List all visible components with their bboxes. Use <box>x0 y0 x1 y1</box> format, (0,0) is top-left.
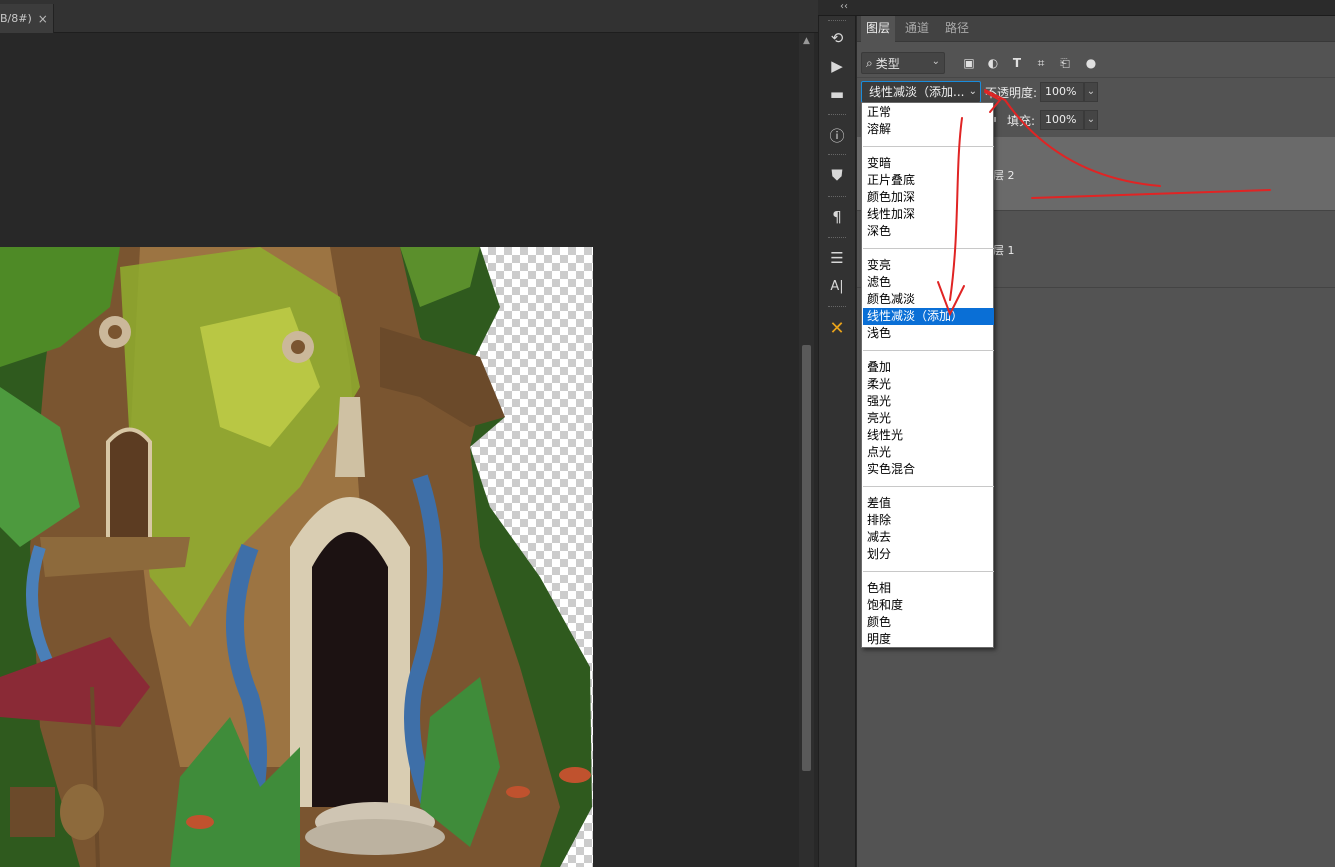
blend-mode-option[interactable]: 线性减淡（添加） <box>863 308 994 325</box>
document-area: B/8#) × ▲ <box>0 0 818 867</box>
type-layer-filter-icon[interactable]: T <box>1009 55 1025 71</box>
blend-mode-option[interactable]: 线性光 <box>863 427 994 444</box>
dropdown-separator <box>863 248 994 249</box>
blend-mode-option[interactable]: 明度 <box>863 631 994 648</box>
adjustments-icon[interactable]: ☰ <box>825 246 849 270</box>
chevron-down-icon: ⌄ <box>968 86 977 97</box>
dropdown-separator <box>863 350 994 351</box>
blend-mode-option[interactable]: 颜色减淡 <box>863 291 994 308</box>
opacity-chevron-icon[interactable]: ⌄ <box>1084 82 1098 102</box>
smart-object-filter-icon[interactable]: ⎗ <box>1057 55 1073 71</box>
layer-filter-select[interactable]: ⌕ 类型 ⌄ <box>861 52 945 74</box>
canvas-artwork[interactable] <box>0 247 593 867</box>
blend-mode-option[interactable]: 正常 <box>863 104 994 121</box>
blend-mode-select[interactable]: 线性减淡（添加... ⌄ <box>861 81 981 103</box>
blend-mode-dropdown-list: 正常 溶解变暗 正片叠底 颜色加深 线性加深 深色变亮 滤色 颜色减淡 线性减淡（添加） 浅色叠加… <box>861 102 994 648</box>
fill-input[interactable]: 100% <box>1040 110 1084 130</box>
blend-mode-option[interactable]: 颜色 <box>863 614 994 631</box>
adjustment-layer-filter-icon[interactable]: ◐ <box>985 55 1001 71</box>
blend-mode-option[interactable]: 溶解 <box>863 121 994 138</box>
blend-mode-option[interactable]: 浅色 <box>863 325 994 342</box>
panel-grip[interactable] <box>828 237 846 240</box>
blend-mode-option[interactable]: 变暗 <box>863 155 994 172</box>
panel-dock-header: ‹‹ <box>818 0 1335 16</box>
document-tab[interactable]: B/8#) × <box>0 4 54 33</box>
filter-toggle-icon[interactable]: ● <box>1083 55 1099 71</box>
layer-name: 层 1 <box>993 244 1015 257</box>
panel-grip[interactable] <box>828 306 846 309</box>
blend-mode-option[interactable]: 饱和度 <box>863 597 994 614</box>
blend-mode-option[interactable]: 强光 <box>863 393 994 410</box>
opacity-input[interactable]: 100% <box>1040 82 1084 102</box>
blend-mode-option[interactable]: 线性加深 <box>863 206 994 223</box>
search-icon: ⌕ <box>866 55 873 70</box>
panel-grip[interactable] <box>828 154 846 157</box>
blend-mode-option[interactable]: 划分 <box>863 546 994 563</box>
chevron-down-icon: ⌄ <box>931 56 940 67</box>
panel-grip[interactable] <box>828 20 846 23</box>
layer-filter-label: 类型 <box>875 56 900 71</box>
tab-layers[interactable]: 图层 <box>861 16 896 42</box>
dropdown-separator <box>863 486 994 487</box>
character-icon[interactable]: A| <box>825 274 849 298</box>
blend-mode-option[interactable]: 亮光 <box>863 410 994 427</box>
blend-mode-option[interactable]: 变亮 <box>863 257 994 274</box>
layer-filter-row: ⌕ 类型 ⌄ ▣ ◐ T ⌗ ⎗ ● <box>857 50 1335 76</box>
panel-grip[interactable] <box>828 196 846 199</box>
fill-chevron-icon[interactable]: ⌄ <box>1084 110 1098 130</box>
document-tab-bar: B/8#) × <box>0 0 818 33</box>
blend-mode-option[interactable]: 滤色 <box>863 274 994 291</box>
history-icon[interactable]: ⟲ <box>825 26 849 50</box>
blend-mode-value: 线性减淡（添加... <box>869 85 965 99</box>
scroll-up-arrow-icon[interactable]: ▲ <box>801 36 812 48</box>
info-icon[interactable]: ⓘ <box>825 123 849 147</box>
blend-mode-option[interactable]: 色相 <box>863 580 994 597</box>
tree-house-artwork <box>0 247 592 867</box>
pixel-layer-filter-icon[interactable]: ▣ <box>961 55 977 71</box>
divider <box>857 77 1335 78</box>
blend-mode-option[interactable]: 正片叠底 <box>863 172 994 189</box>
vertical-scrollbar[interactable]: ▲ <box>799 33 814 867</box>
panel-grip[interactable] <box>828 114 846 117</box>
tab-channels[interactable]: 通道 <box>900 16 934 42</box>
dropdown-separator <box>863 146 994 147</box>
blend-mode-option[interactable]: 减去 <box>863 529 994 546</box>
blend-mode-option[interactable]: 叠加 <box>863 359 994 376</box>
tools-preset-icon[interactable]: ✕ <box>825 316 849 340</box>
actions-play-icon[interactable]: ▶ <box>825 54 849 78</box>
layer-name: 层 2 <box>993 169 1015 182</box>
blend-mode-option[interactable]: 排除 <box>863 512 994 529</box>
blend-mode-option[interactable]: 柔光 <box>863 376 994 393</box>
scrollbar-thumb[interactable] <box>802 345 811 771</box>
document-tab-label: B/8#) <box>0 12 32 25</box>
fill-label: 填充: <box>1007 114 1036 128</box>
panel-icon-strip: ⟲ ▶ ▬ ⓘ ⛊ ¶ ☰ A| ✕ <box>818 16 856 867</box>
close-icon[interactable]: × <box>38 12 48 26</box>
tab-paths[interactable]: 路径 <box>940 16 974 42</box>
blend-mode-option[interactable]: 颜色加深 <box>863 189 994 206</box>
panel-tab-bar: 图层 通道 路径 <box>857 16 1335 42</box>
clone-source-icon[interactable]: ⛊ <box>825 163 849 187</box>
collapse-panels-icon[interactable]: ‹‹ <box>840 1 848 12</box>
opacity-label: 不透明度: <box>985 86 1038 100</box>
blend-mode-option[interactable]: 差值 <box>863 495 994 512</box>
comments-icon[interactable]: ▬ <box>825 82 849 106</box>
blend-mode-option[interactable]: 点光 <box>863 444 994 461</box>
blend-mode-option[interactable]: 深色 <box>863 223 994 240</box>
shape-layer-filter-icon[interactable]: ⌗ <box>1033 55 1049 71</box>
blend-mode-option[interactable]: 实色混合 <box>863 461 994 478</box>
dropdown-separator <box>863 571 994 572</box>
paragraph-icon[interactable]: ¶ <box>825 205 849 229</box>
